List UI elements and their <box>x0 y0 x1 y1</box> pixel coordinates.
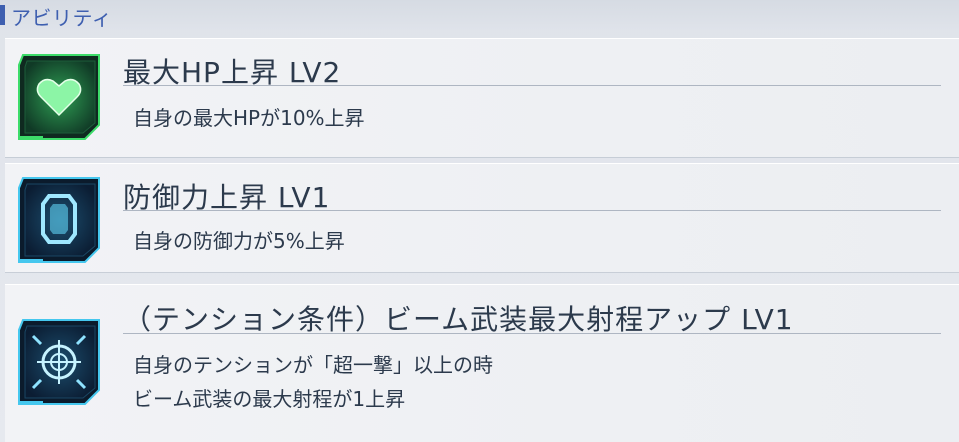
title-divider <box>123 85 941 86</box>
ability-description: 自身の最大HPが10%上昇 <box>133 101 365 135</box>
crosshair-icon <box>18 319 100 405</box>
heart-icon <box>18 54 100 140</box>
ability-card-defense[interactable]: 防御力上昇 LV1 自身の防御力が5%上昇 <box>5 163 959 272</box>
description-line: 自身のテンションが「超一撃」以上の時 <box>133 353 493 377</box>
ability-icon-frame <box>15 318 103 406</box>
section-header: アビリティ <box>0 0 959 30</box>
ability-card-max-hp[interactable]: 最大HP上昇 LV2 自身の最大HPが10%上昇 <box>5 38 959 157</box>
description-line: 自身の防御力が5%上昇 <box>133 229 345 253</box>
ability-card-beam-range[interactable]: （テンション条件）ビーム武装最大射程アップ LV1 自身のテンションが「超一撃」… <box>5 284 959 442</box>
ability-title: （テンション条件）ビーム武装最大射程アップ LV1 <box>123 303 794 336</box>
ability-icon-frame <box>15 53 103 141</box>
ability-panel: アビリティ 最大HP上昇 LV2 自身の最大HPが10%上昇 防御力上昇 LV1… <box>0 0 959 442</box>
shield-icon <box>18 177 100 263</box>
ability-description: 自身のテンションが「超一撃」以上の時 ビーム武装の最大射程が1上昇 <box>133 348 493 416</box>
ability-description: 自身の防御力が5%上昇 <box>133 224 345 258</box>
header-accent-bar <box>0 5 5 25</box>
description-line: ビーム武装の最大射程が1上昇 <box>133 387 406 411</box>
description-line: 自身の最大HPが10%上昇 <box>133 106 365 130</box>
section-title: アビリティ <box>11 6 113 30</box>
ability-icon-frame <box>15 176 103 264</box>
title-divider <box>123 210 941 211</box>
title-divider <box>123 333 941 334</box>
